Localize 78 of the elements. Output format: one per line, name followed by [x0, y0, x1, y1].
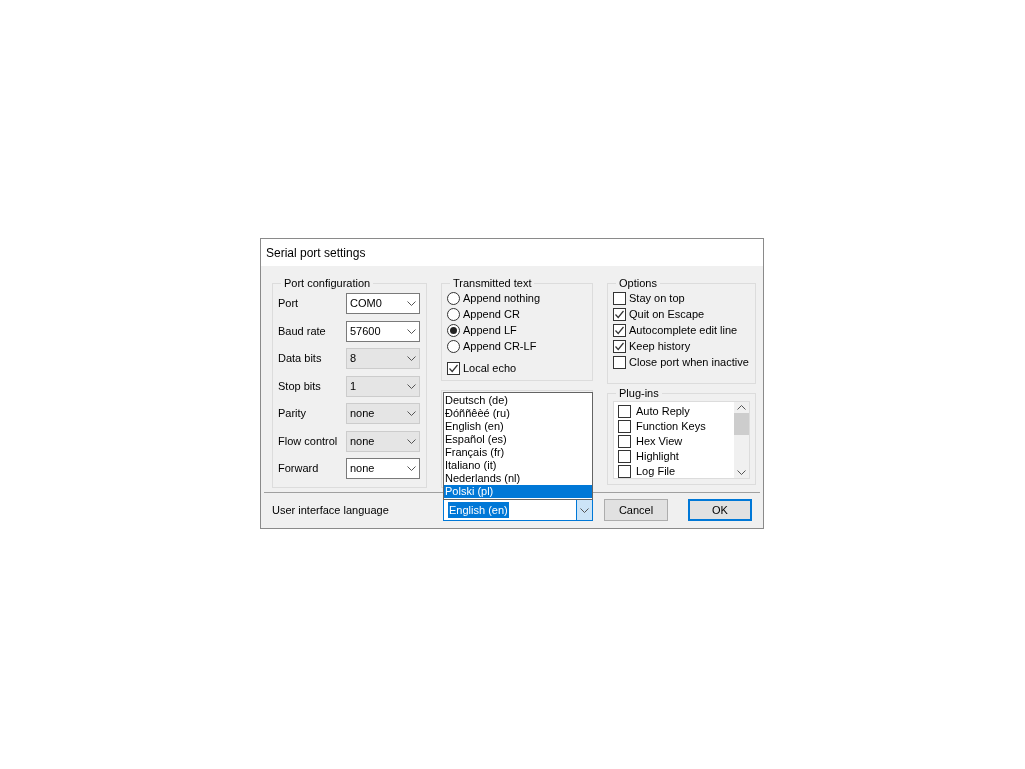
plugin-label: Hex View: [636, 434, 683, 450]
checkbox-label: Close port when inactive: [629, 355, 749, 371]
caret-icon: [407, 301, 416, 306]
dropdown-value: none: [350, 461, 375, 477]
language-option[interactable]: Italiano (it): [444, 459, 592, 472]
checkbox[interactable]: [618, 405, 631, 418]
dropdown-value: COM0: [350, 296, 382, 312]
dialog-button[interactable]: OK: [688, 499, 752, 521]
dropdown-value: none: [350, 406, 375, 422]
caret-icon: [737, 470, 746, 475]
caret-icon: [407, 438, 416, 444]
plugin-label: Function Keys: [636, 419, 706, 435]
checkbox[interactable]: [618, 450, 631, 463]
field-label: Baud rate: [278, 323, 326, 339]
language-option[interactable]: Đóññêèé (ru): [444, 407, 592, 420]
field-label: Data bits: [278, 351, 322, 367]
radio-button[interactable]: [447, 340, 460, 353]
checkbox-label: Local echo: [463, 361, 517, 376]
dropdown[interactable]: 57600: [346, 320, 420, 342]
field-label: Forward: [278, 461, 319, 477]
caret-icon: [580, 507, 589, 513]
dropdown-value: 1: [350, 378, 357, 394]
dropdown-value: 8: [350, 351, 357, 367]
radio-label: Append CR-LF: [463, 339, 537, 355]
dropdown-value: English (en): [448, 501, 509, 519]
caret-icon: [407, 356, 416, 361]
checkbox-label: Stay on top: [629, 291, 685, 307]
language-option[interactable]: Polski (pl): [444, 485, 592, 498]
radio-label: Append CR: [463, 307, 520, 323]
checkbox[interactable]: [618, 465, 631, 478]
group-title: Port configuration: [283, 277, 372, 290]
checkbox[interactable]: [613, 340, 626, 353]
radio-button[interactable]: [447, 292, 460, 305]
plugin-label: Auto Reply: [636, 404, 690, 420]
plugin-label: Log File: [636, 464, 676, 478]
field-label: Flow control: [278, 433, 338, 449]
radio-label: Append LF: [463, 323, 517, 339]
dropdown-value: none: [350, 433, 375, 449]
checkbox-label: Autocomplete edit line: [629, 323, 738, 339]
checkbox[interactable]: [618, 420, 631, 433]
caret-icon: [407, 466, 416, 471]
field-label: Stop bits: [278, 378, 321, 394]
checkbox[interactable]: [447, 361, 460, 375]
scroll-thumb[interactable]: [734, 413, 749, 435]
language-option[interactable]: English (en): [444, 420, 592, 433]
language-label: User interface language: [272, 502, 390, 518]
language-option[interactable]: Nederlands (nl): [444, 472, 592, 485]
radio-button[interactable]: [447, 308, 460, 321]
language-dropdown[interactable]: English (en): [443, 499, 593, 521]
checkbox[interactable]: [613, 356, 626, 369]
language-option[interactable]: Français (fr): [444, 446, 592, 459]
field-label: Port: [278, 296, 299, 312]
caret-icon: [407, 411, 416, 416]
group-title: Options: [618, 277, 658, 290]
dropdown[interactable]: none: [346, 458, 420, 479]
group-title: Plug-ins: [618, 387, 660, 400]
plugin-label: Highlight: [636, 449, 679, 465]
checkbox-label: Quit on Escape: [629, 307, 705, 323]
language-option[interactable]: Deutsch (de): [444, 394, 592, 407]
checkbox[interactable]: [613, 324, 626, 337]
dropdown[interactable]: COM0: [346, 293, 420, 314]
window-title: Serial port settings: [266, 244, 366, 262]
field-label: Parity: [278, 406, 307, 422]
radio-button[interactable]: [447, 324, 460, 337]
radio-label: Append nothing: [463, 291, 541, 307]
caret-icon: [407, 328, 416, 334]
checkbox-label: Keep history: [629, 339, 691, 355]
caret-icon: [407, 383, 416, 389]
checkbox[interactable]: [613, 292, 626, 305]
scroll-up-icon[interactable]: [737, 405, 746, 410]
group-title: Transmitted text: [452, 277, 533, 290]
language-option[interactable]: Español (es): [444, 433, 592, 446]
dialog-button[interactable]: Cancel: [604, 499, 668, 521]
dropdown-arrow-button[interactable]: [576, 500, 592, 520]
checkbox[interactable]: [618, 435, 631, 448]
scrollbar[interactable]: [734, 402, 749, 478]
checkbox[interactable]: [613, 308, 626, 321]
dropdown-value: 57600: [350, 323, 381, 339]
